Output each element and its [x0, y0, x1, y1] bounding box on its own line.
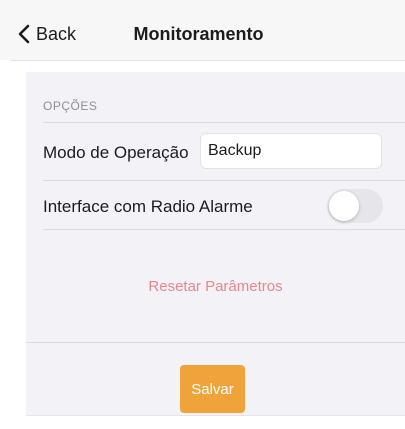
actions-divider	[26, 342, 405, 343]
radio-alarm-toggle[interactable]	[327, 189, 383, 223]
toggle-knob	[329, 191, 359, 221]
section-header-options: OPÇÕES	[43, 99, 98, 113]
row-divider	[43, 229, 405, 230]
operation-mode-field[interactable]: Backup	[200, 133, 382, 169]
reset-parameters-button[interactable]: Resetar Parâmetros	[26, 277, 405, 297]
section-divider	[43, 122, 405, 123]
navigation-bar: Back Monitoramento	[0, 0, 405, 60]
navbar-divider	[10, 60, 405, 61]
radio-alarm-label: Interface com Radio Alarme	[43, 197, 253, 216]
bottom-divider	[26, 415, 405, 416]
page-title: Monitoramento	[133, 24, 264, 44]
operation-mode-label: Modo de Operação	[43, 143, 189, 162]
options-panel: OPÇÕES Modo de Operação Backup Interface…	[26, 72, 405, 415]
save-button[interactable]: Salvar	[180, 365, 245, 413]
row-divider	[43, 180, 405, 181]
